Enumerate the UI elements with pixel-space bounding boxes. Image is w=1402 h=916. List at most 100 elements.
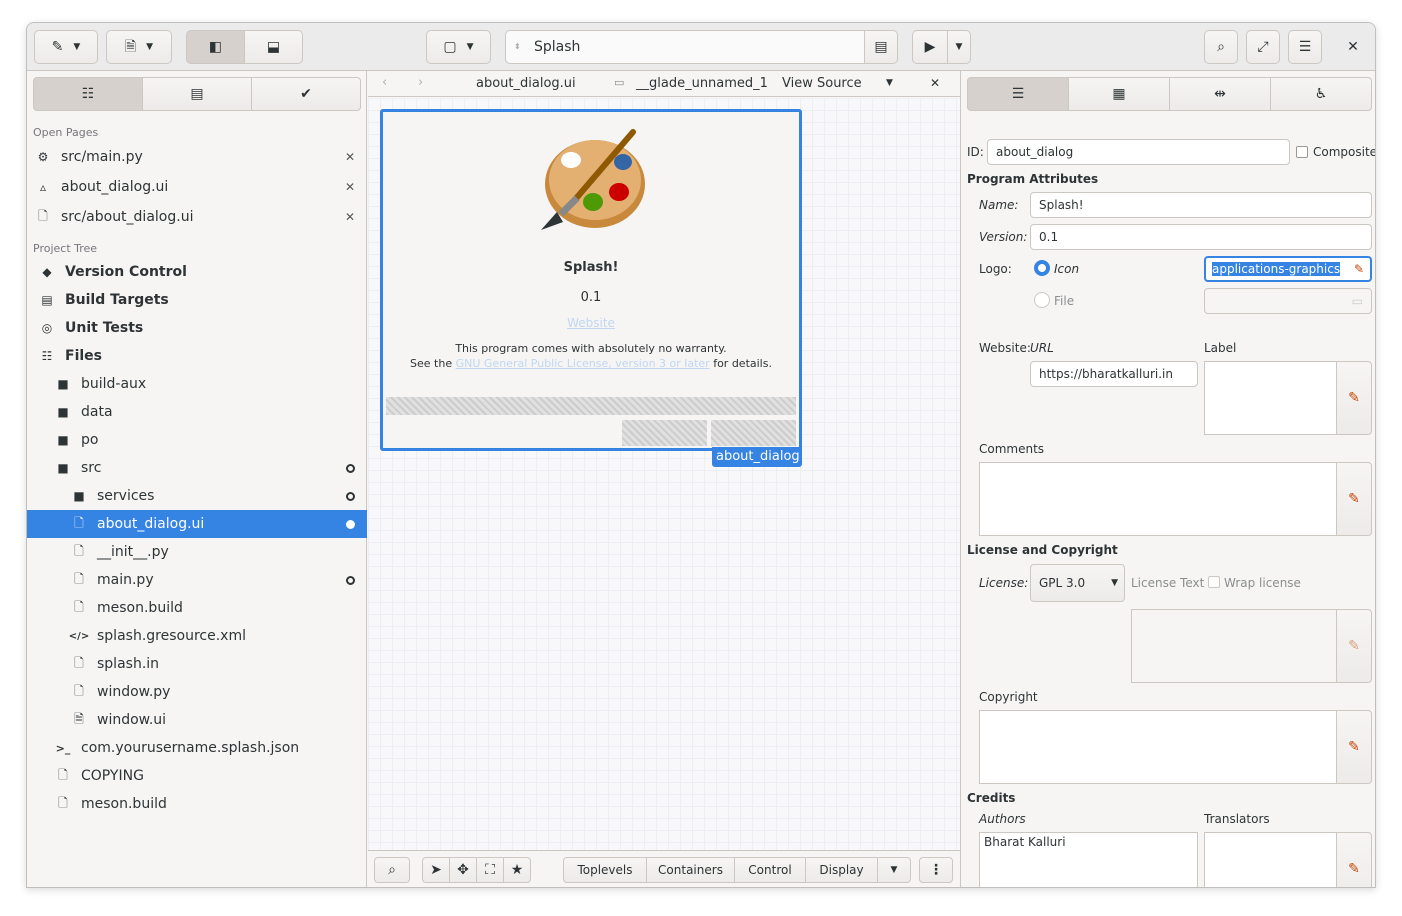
close-icon[interactable]: ✕ [345,210,355,224]
tree-item-file[interactable]: 🗎 window.ui [27,706,367,734]
icon-radio[interactable] [1034,260,1050,276]
fullscreen-button[interactable]: ⤢ [1246,30,1280,64]
control-button[interactable]: Control [734,857,806,883]
more-categories-button[interactable]: ▼ [877,857,911,883]
close-window-button[interactable]: ✕ [1336,30,1370,64]
open-page-item[interactable]: ▵ about_dialog.ui ✕ [27,173,367,201]
license-edit-button[interactable]: ✎ [1336,609,1372,683]
properties-tab-accessibility[interactable]: ♿ [1270,77,1372,111]
device-menu-button[interactable]: ▢ ▼ [426,30,491,64]
chevron-down-icon: ▼ [146,42,154,52]
chevron-down-icon[interactable]: ▼ [886,78,893,88]
todo-tab[interactable]: ✔ [251,77,361,111]
margin-tool-button[interactable]: ⛶ [476,857,504,883]
close-icon: ✕ [1347,39,1359,55]
license-textarea[interactable] [1131,609,1337,683]
comments-textarea[interactable] [979,462,1337,536]
credits-edit-button[interactable]: ✎ [1336,832,1372,887]
properties-tab-general[interactable]: ☰ [967,77,1069,111]
object-selector[interactable]: __glade_unnamed_1 [636,76,768,91]
toggle-left-panel-button[interactable]: ◧ [186,30,245,64]
tree-item-file[interactable]: 🗋 main.py [27,566,367,594]
composite-checkbox[interactable] [1296,146,1308,158]
run-button[interactable]: ▶ [912,30,948,64]
close-icon[interactable]: ✕ [345,150,355,164]
license-link[interactable]: GNU General Public License, version 3 or… [456,357,710,370]
properties-tab-layout[interactable]: ⇹ [1169,77,1271,111]
name-field[interactable]: Splash! [1030,192,1372,218]
tree-item-file[interactable]: 🗋 meson.build [27,790,367,818]
website-url-field[interactable]: https://bharatkalluri.in [1030,361,1198,387]
main-menu-button[interactable]: ☰ [1288,30,1322,64]
file-radio[interactable] [1034,292,1050,308]
search-button[interactable]: ⌕ [374,857,410,883]
logo-file-chooser[interactable]: ▭ [1204,288,1372,314]
favorite-tool-button[interactable]: ★ [503,857,531,883]
icon-name-field[interactable]: applications-graphics ✎ [1204,256,1372,282]
tree-item-file[interactable]: 🗋 window.py [27,678,367,706]
display-button[interactable]: Display [805,857,878,883]
tree-item-file[interactable]: >_ com.yourusername.splash.json [27,734,367,762]
comments-edit-button[interactable]: ✎ [1336,462,1372,536]
edit-icon[interactable]: ✎ [1354,262,1364,276]
build-tab[interactable]: ▤ [142,77,252,111]
tree-item-file-selected[interactable]: 🗋 about_dialog.ui [27,510,367,538]
tree-item-unit-tests[interactable]: ◎ Unit Tests [27,314,367,342]
omnibar[interactable]: ⬍ Splash [505,30,865,64]
open-page-item[interactable]: 🗋 src/about_dialog.ui ✕ [27,203,367,231]
overflow-menu-button[interactable]: ⋮ [919,857,953,883]
tree-item-build-targets[interactable]: ▤ Build Targets [27,286,367,314]
properties-tab-packing[interactable]: ▦ [1068,77,1170,111]
view-source-button[interactable]: View Source [782,76,862,91]
containers-button[interactable]: Containers [646,857,735,883]
authors-textarea[interactable]: Bharat Kalluri [979,832,1198,887]
close-icon[interactable]: ✕ [345,180,355,194]
chevron-down-icon: ▼ [955,42,963,52]
tree-item-folder[interactable]: ■ po [27,426,367,454]
open-page-label: src/main.py [61,149,143,165]
move-icon: ✥ [457,862,469,878]
toplevels-button[interactable]: Toplevels [563,857,647,883]
save-menu-button[interactable]: 🗎 ▼ [106,30,172,64]
tree-item-folder[interactable]: ■ services [27,482,367,510]
tree-item-file[interactable]: 🗋 splash.in [27,650,367,678]
translators-textarea[interactable] [1204,832,1337,887]
forward-icon[interactable]: › [418,75,423,90]
version-field[interactable]: 0.1 [1030,224,1372,250]
folder-icon: ▭ [1351,294,1363,308]
back-icon[interactable]: ‹ [382,75,387,90]
document-tab-title[interactable]: about_dialog.ui [476,76,576,91]
drag-tool-button[interactable]: ✥ [449,857,477,883]
edit-menu-button[interactable]: ✎ ▼ [34,30,98,64]
search-button[interactable]: ⌕ [1204,30,1238,64]
wrap-license-checkbox[interactable] [1208,576,1220,588]
dialog-website-link[interactable]: Website [383,316,799,330]
unit-tests-icon: ◎ [41,321,53,335]
website-label-textarea[interactable] [1204,361,1337,435]
project-tree-tab[interactable]: ☷ [33,77,143,111]
document-save-icon: 🗎 [124,39,137,55]
tree-item-file[interactable]: </> splash.gresource.xml [27,622,367,650]
tree-item-folder[interactable]: ■ data [27,398,367,426]
project-name: Splash [534,39,581,55]
about-dialog-preview[interactable]: Splash! 0.1 Website This program comes w… [380,109,802,451]
run-options-button[interactable]: ▼ [947,30,971,64]
tree-item-file[interactable]: 🗋 __init__.py [27,538,367,566]
tree-item-folder[interactable]: ■ src [27,454,367,482]
id-field[interactable]: about_dialog [987,139,1290,165]
tree-item-file[interactable]: 🗋 COPYING [27,762,367,790]
website-label-edit-button[interactable]: ✎ [1336,361,1372,435]
tree-item-file[interactable]: 🗋 meson.build [27,594,367,622]
file-icon: 🗋 [74,543,84,558]
copyright-edit-button[interactable]: ✎ [1336,710,1372,784]
tree-item-version-control[interactable]: ◆ Version Control [27,258,367,286]
license-dropdown[interactable]: GPL 3.0 ▼ [1030,564,1125,602]
toggle-bottom-panel-button[interactable]: ⬓ [244,30,303,64]
close-icon[interactable]: ✕ [930,76,940,90]
tree-item-files[interactable]: ☷ Files [27,342,367,370]
tree-item-folder[interactable]: ■ build-aux [27,370,367,398]
select-tool-button[interactable]: ➤ [422,857,450,883]
copyright-textarea[interactable] [979,710,1337,784]
open-page-item[interactable]: ⚙ src/main.py ✕ [27,143,367,171]
build-status-button[interactable]: ▤ [864,30,898,64]
